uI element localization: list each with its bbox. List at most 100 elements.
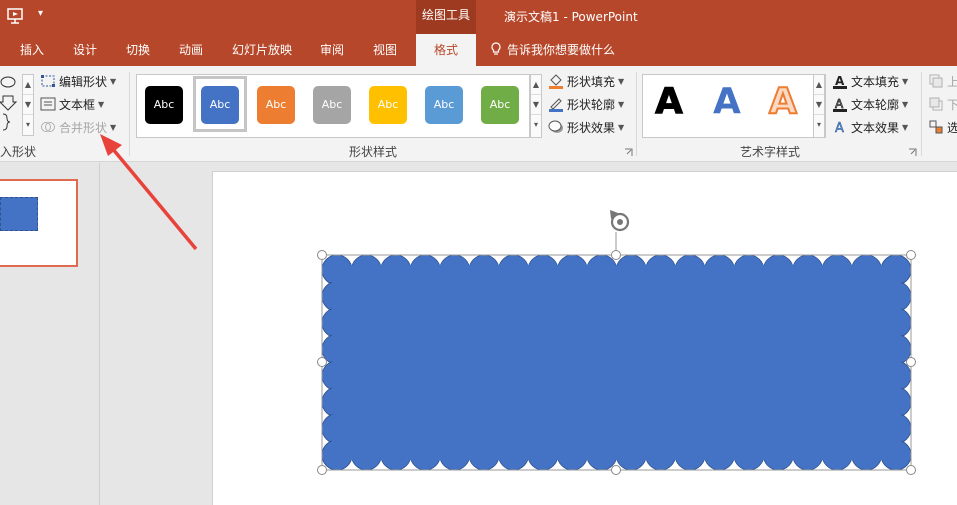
- send-backward-icon: [929, 97, 943, 111]
- wordart-scroll[interactable]: ▲ ▼ ▾: [813, 74, 825, 138]
- shape-style-swatch[interactable]: Abc: [481, 86, 519, 124]
- edit-shape-label: 编辑形状: [59, 74, 108, 89]
- group-divider: [129, 72, 130, 156]
- pen-icon: [549, 98, 563, 112]
- shape-styles-gallery: Abc Abc Abc Abc Abc Abc Abc: [136, 74, 530, 138]
- shape-fill-button[interactable]: 形状填充 ▼: [548, 71, 624, 91]
- tab-review[interactable]: 审阅: [308, 34, 356, 66]
- text-fill-label: 文本填充: [851, 74, 900, 89]
- tab-slideshow[interactable]: 幻灯片放映: [226, 34, 298, 66]
- selection-pane-button[interactable]: 选: [928, 117, 957, 137]
- chevron-down-icon: ▼: [110, 122, 117, 132]
- merge-shapes-icon: [41, 122, 55, 132]
- bring-forward-label: 上: [947, 74, 957, 89]
- shape-gallery-icons[interactable]: [0, 74, 22, 138]
- scroll-up-icon[interactable]: ▲: [23, 75, 33, 95]
- qat-customize-dropdown[interactable]: ▾: [38, 8, 43, 19]
- shape-style-swatch[interactable]: Abc: [257, 86, 295, 124]
- tell-me-search[interactable]: 告诉我你想要做什么: [489, 34, 615, 66]
- scroll-up-icon[interactable]: ▲: [814, 75, 824, 95]
- wordart-style-blue[interactable]: A: [713, 81, 741, 122]
- text-outline-icon: A: [833, 97, 847, 112]
- shape-style-swatch[interactable]: Abc: [425, 86, 463, 124]
- text-box-label: 文本框: [59, 97, 96, 112]
- edit-shape-button[interactable]: 编辑形状 ▼: [40, 71, 116, 91]
- text-box-button[interactable]: 文本框 ▼: [40, 94, 104, 114]
- start-from-beginning-icon[interactable]: [6, 7, 24, 25]
- tell-me-label: 告诉我你想要做什么: [507, 43, 616, 57]
- slide[interactable]: [212, 171, 957, 505]
- bring-forward-icon: [929, 74, 943, 88]
- slide-thumbnail-pane: [0, 163, 100, 505]
- text-fill-icon: A: [833, 74, 847, 89]
- tab-view[interactable]: 视图: [361, 34, 409, 66]
- lightbulb-icon: [491, 42, 501, 55]
- thumbnail-shape: [0, 197, 38, 231]
- text-effects-button[interactable]: A 文本效果 ▼: [832, 117, 908, 137]
- send-backward-button[interactable]: 下: [928, 94, 957, 114]
- shape-fill-label: 形状填充: [567, 74, 616, 89]
- group-divider: [636, 72, 637, 156]
- chevron-down-icon: ▼: [98, 99, 105, 109]
- text-fill-button[interactable]: A 文本填充 ▼: [832, 71, 908, 91]
- title-bar: ▾ 绘图工具 演示文稿1 - PowerPoint: [0, 0, 957, 34]
- shape-gallery-scroll[interactable]: ▲ ▼ ▾: [22, 74, 34, 136]
- shape-style-swatch[interactable]: Abc: [369, 86, 407, 124]
- shape-effects-label: 形状效果: [567, 120, 616, 135]
- shape-style-swatch[interactable]: Abc: [313, 86, 351, 124]
- shape-style-swatch[interactable]: Abc: [201, 86, 239, 124]
- dialog-launcher-icon[interactable]: [624, 148, 633, 157]
- group-divider: [921, 72, 922, 156]
- tab-insert[interactable]: 插入: [8, 34, 56, 66]
- chevron-down-icon: ▼: [618, 76, 625, 86]
- text-effects-icon: A: [835, 121, 845, 135]
- gallery-more-icon[interactable]: ▾: [814, 115, 824, 135]
- text-outline-button[interactable]: A 文本轮廓 ▼: [832, 94, 908, 114]
- editing-canvas: [101, 163, 957, 505]
- merge-shapes-button[interactable]: 合并形状 ▼: [40, 117, 116, 137]
- shape-outline-button[interactable]: 形状轮廓 ▼: [548, 94, 624, 114]
- edit-shape-icon: [41, 75, 55, 87]
- gallery-more-icon[interactable]: ▾: [531, 115, 541, 135]
- wordart-style-orange[interactable]: A: [768, 80, 798, 123]
- merge-shapes-label: 合并形状: [59, 120, 108, 135]
- scroll-down-icon[interactable]: ▼: [814, 95, 824, 115]
- document-title: 演示文稿1 - PowerPoint: [504, 10, 638, 24]
- chevron-down-icon: ▼: [110, 76, 117, 86]
- dialog-launcher-icon[interactable]: [908, 148, 917, 157]
- tab-design[interactable]: 设计: [61, 34, 109, 66]
- shape-effects-button[interactable]: 形状效果 ▼: [548, 117, 624, 137]
- chevron-down-icon: ▼: [902, 122, 909, 132]
- svg-text:A: A: [835, 74, 845, 88]
- scroll-down-icon[interactable]: ▼: [23, 95, 33, 115]
- drawing-tools-context-label: 绘图工具: [416, 0, 476, 34]
- chevron-down-icon: ▼: [902, 99, 909, 109]
- shape-styles-group-label: 形状样式: [349, 145, 398, 159]
- text-effects-label: 文本效果: [851, 120, 900, 135]
- tab-transitions[interactable]: 切换: [114, 34, 162, 66]
- shape-styles-scroll[interactable]: ▲ ▼ ▾: [530, 74, 542, 138]
- wordart-styles-gallery: A A A: [642, 74, 826, 138]
- scroll-down-icon[interactable]: ▼: [531, 95, 541, 115]
- shape-style-swatch[interactable]: Abc: [145, 86, 183, 124]
- selection-pane-label: 选: [947, 120, 957, 135]
- text-box-icon: [40, 97, 56, 111]
- send-backward-label: 下: [947, 97, 957, 112]
- wordart-style-black[interactable]: A: [655, 81, 684, 123]
- scroll-up-icon[interactable]: ▲: [531, 75, 541, 95]
- gallery-more-icon[interactable]: ▾: [23, 115, 33, 135]
- text-outline-label: 文本轮廓: [851, 97, 900, 112]
- wordart-styles-group-label: 艺术字样式: [740, 145, 801, 159]
- shape-outline-label: 形状轮廓: [567, 97, 616, 112]
- paint-bucket-icon: [549, 74, 563, 89]
- shape-effects-icon: [548, 120, 563, 133]
- chevron-down-icon: ▼: [902, 76, 909, 86]
- tab-format[interactable]: 格式: [416, 34, 476, 66]
- insert-shapes-group-label: 入形状: [0, 145, 37, 159]
- bring-forward-button[interactable]: 上: [928, 71, 957, 91]
- svg-text:A: A: [835, 97, 844, 111]
- selection-pane-icon: [929, 120, 943, 134]
- chevron-down-icon: ▼: [618, 122, 625, 132]
- tab-animations[interactable]: 动画: [167, 34, 215, 66]
- slide-thumbnail[interactable]: [0, 179, 78, 267]
